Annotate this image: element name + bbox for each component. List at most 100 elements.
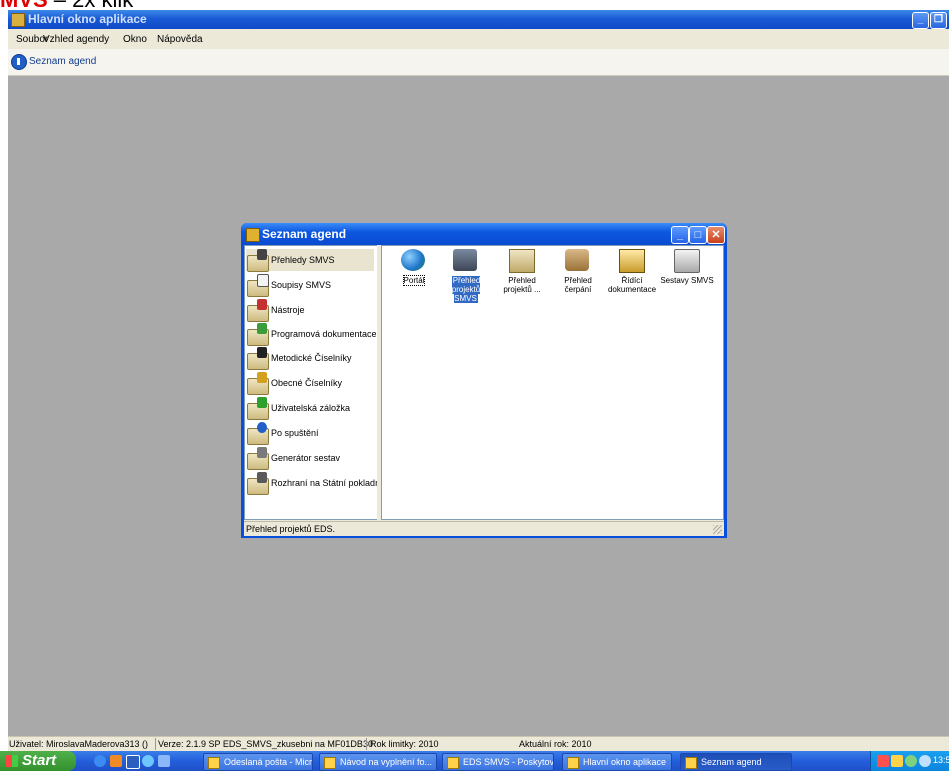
info-icon[interactable] (11, 54, 27, 70)
task-odeslana-posta[interactable]: Odeslaná pošta - Micr... (203, 753, 313, 771)
group-item-uzivatelska-zalozka[interactable]: Uživatelská záložka (246, 397, 374, 420)
group-item-metodicke-ciselniky[interactable]: Metodické Číselníky (246, 347, 374, 370)
tray-sound-icon[interactable] (919, 755, 931, 767)
item-label: Portál (402, 275, 426, 286)
item-prehled-projektu[interactable]: Přehled projektů ... (495, 249, 549, 299)
task-seznam-agend[interactable]: Seznam agend (680, 753, 792, 771)
tray-alert-icon[interactable] (891, 755, 903, 767)
dialog-titlebar[interactable]: Seznam agend _ □ ✕ (241, 223, 727, 245)
tray-clock: 13:5 (933, 755, 949, 765)
project-overview-icon (509, 249, 535, 273)
group-label: Soupisy SMVS (271, 280, 332, 290)
item-label: Sestavy SMVS (660, 276, 714, 285)
group-label: Obecné Číselníky (271, 378, 343, 388)
task-navod-na-vyplneni[interactable]: Návod na vyplnění fo... (319, 753, 437, 771)
status-separator (366, 738, 367, 750)
binoculars-icon (453, 249, 477, 271)
dialog-minimize-button[interactable]: _ (671, 226, 689, 244)
status-user: Uživatel: MiroslavaMaderova313 () (9, 739, 149, 749)
folder-document-icon (247, 274, 269, 297)
group-item-po-spusteni[interactable]: Po spuštění (246, 422, 374, 445)
status-limit-year: Rok limitky: 2010 (370, 739, 439, 749)
group-item-programova-dokumentace[interactable]: Programová dokumentace (246, 323, 377, 346)
quicklaunch-outlook-icon[interactable] (110, 755, 122, 767)
main-titlebar[interactable]: Hlavní okno aplikace _ ❐ (8, 10, 949, 29)
menu-okno[interactable]: Okno (123, 34, 147, 45)
documentation-icon (619, 249, 645, 273)
resize-grip[interactable] (713, 525, 722, 534)
item-sestavy-smvs[interactable]: Sestavy SMVS (660, 249, 714, 299)
app-icon (11, 13, 25, 27)
group-label: Rozhraní na Státní pokladnu (271, 478, 386, 488)
status-separator (155, 738, 156, 750)
quicklaunch-show-desktop-icon[interactable] (158, 755, 170, 767)
tray-antivirus-icon[interactable] (877, 755, 889, 767)
task-hlavni-okno[interactable]: Hlavní okno aplikace (562, 753, 672, 771)
folder-books-icon (247, 323, 269, 346)
caption-text: MVS – 2x klik (0, 0, 133, 11)
start-button[interactable]: Start (0, 751, 76, 771)
folder-tools-icon (247, 299, 269, 322)
main-statusbar: Uživatel: MiroslavaMaderova313 () Verze:… (8, 736, 949, 751)
quicklaunch-word-icon[interactable] (126, 755, 140, 769)
group-label: Generátor sestav (271, 453, 341, 463)
system-tray: 13:5 (870, 751, 949, 771)
dialog-close-button[interactable]: ✕ (707, 226, 725, 244)
item-portal[interactable]: Portál (387, 249, 441, 299)
folder-report-icon (247, 447, 269, 470)
group-item-rozhrani-statni-pokladna[interactable]: Rozhraní na Státní pokladnu (246, 472, 385, 495)
dialog-app-icon (246, 228, 260, 242)
group-item-nastroje[interactable]: Nástroje (246, 299, 374, 322)
folder-paragraph-icon (247, 347, 269, 370)
windows-logo-icon (6, 755, 18, 767)
item-label: Přehled projektů SMVS (451, 276, 481, 303)
dialog-maximize-button[interactable]: □ (689, 226, 707, 244)
task-eds-smvs[interactable]: EDS SMVS - Poskytov... (442, 753, 554, 771)
toolbar: Seznam agend (8, 49, 949, 76)
restore-button[interactable]: ❐ (930, 12, 947, 29)
globe-icon (401, 249, 425, 271)
agenda-group-list: Přehledy SMVS Soupisy SMVS Nástroje Prog… (244, 245, 385, 520)
group-item-soupisy-smvs[interactable]: Soupisy SMVS (246, 274, 374, 297)
item-ridici-dokumentace[interactable]: Řídící dokumentace (605, 249, 659, 299)
item-label: Přehled projektů ... (503, 276, 541, 294)
seznam-agend-dialog: Seznam agend _ □ ✕ Přehledy SMVS Soupisy… (241, 223, 727, 538)
quicklaunch-ie-icon[interactable] (142, 755, 154, 767)
menu-bar: Soubor Vzhled agendy Okno Nápověda (8, 29, 949, 49)
status-version: Verze: 2.1.9 SP EDS_SMVS_zkusebni na MF0… (158, 739, 373, 749)
folder-treasury-icon (247, 472, 269, 495)
toolbar-seznam-agend[interactable]: Seznam agend (29, 56, 96, 67)
agenda-items-view: Portál Přehled projektů SMVS Přehled pro… (381, 245, 724, 520)
group-label: Po spuštění (271, 428, 319, 438)
folder-user-icon (247, 397, 269, 420)
dialog-body: Přehledy SMVS Soupisy SMVS Nástroje Prog… (244, 245, 724, 521)
group-label: Přehledy SMVS (271, 255, 335, 265)
menu-vzhled-agendy[interactable]: Vzhled agendy (43, 34, 109, 45)
folder-binoculars-icon (247, 249, 269, 272)
dialog-statusbar: Přehled projektů EDS. (244, 521, 724, 536)
tray-network-icon[interactable] (905, 755, 917, 767)
status-current-year: Aktuální rok: 2010 (519, 739, 592, 749)
item-prehled-cerpani[interactable]: Přehled čerpání (551, 249, 605, 299)
item-label: Přehled čerpání (564, 276, 592, 294)
dialog-title: Seznam agend (262, 227, 347, 241)
group-label: Programová dokumentace (271, 329, 377, 339)
printer-icon (674, 249, 700, 273)
taskbar: Start Odeslaná pošta - Micr... Návod na … (0, 751, 949, 771)
group-item-obecne-ciselniky[interactable]: Obecné Číselníky (246, 372, 374, 395)
minimize-button[interactable]: _ (912, 12, 929, 29)
folder-list-icon (247, 372, 269, 395)
group-item-prehledy-smvs[interactable]: Přehledy SMVS (246, 249, 374, 272)
window-title: Hlavní okno aplikace (28, 12, 147, 26)
group-label: Uživatelská záložka (271, 403, 351, 413)
folder-info-icon (247, 422, 269, 445)
quicklaunch-browser-icon[interactable] (94, 755, 106, 767)
dialog-status-text: Přehled projektů EDS. (246, 524, 336, 534)
start-label: Start (22, 752, 57, 769)
group-label: Nástroje (271, 305, 305, 315)
item-prehled-projektu-smvs[interactable]: Přehled projektů SMVS (439, 249, 493, 303)
group-item-generator-sestav[interactable]: Generátor sestav (246, 447, 374, 470)
menu-napoveda[interactable]: Nápověda (157, 34, 203, 45)
group-label: Metodické Číselníky (271, 353, 352, 363)
item-label: Řídící dokumentace (607, 276, 657, 294)
